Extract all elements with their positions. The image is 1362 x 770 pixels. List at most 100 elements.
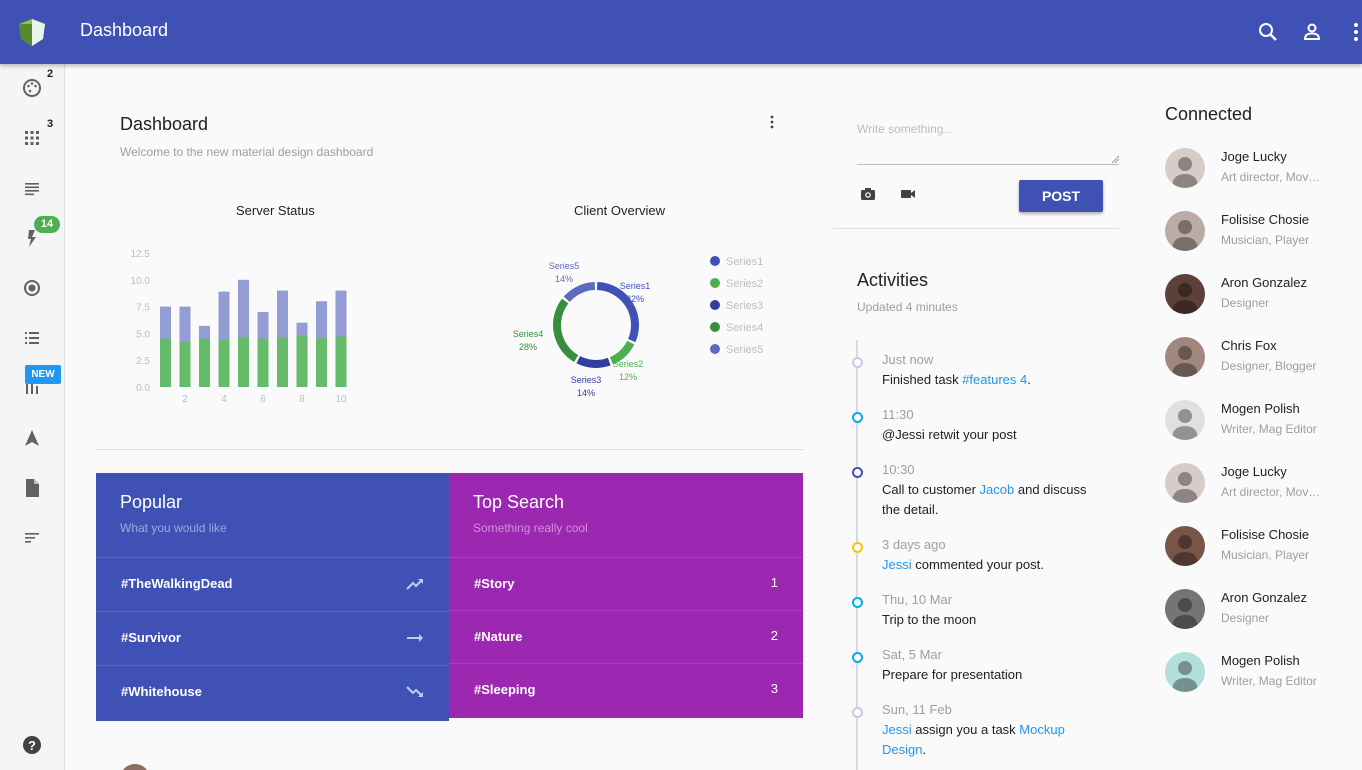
contact-name[interactable]: Aron Gonzalez xyxy=(1221,275,1307,290)
account-icon[interactable] xyxy=(1300,20,1324,44)
x-tick-label: 6 xyxy=(260,394,266,405)
contact-name[interactable]: Joge Lucky xyxy=(1221,464,1287,479)
server-status-chart: 0.0 2.5 5.0 7.5 10.0 12.5 2 4 6 8 10 xyxy=(131,249,347,405)
help-icon[interactable]: ? xyxy=(20,733,44,757)
avatar[interactable] xyxy=(1165,526,1205,566)
contact-role: Writer, Mag Editor xyxy=(1221,422,1317,436)
slice-percent-label: 28% xyxy=(519,342,537,352)
activity-text: Jessi commented your post. xyxy=(882,555,1092,575)
popular-item[interactable]: #Whitehouse xyxy=(96,665,449,719)
post-input[interactable]: Write something... xyxy=(857,122,953,136)
timeline-dot xyxy=(852,707,863,718)
contact-role: Musician, Player xyxy=(1221,233,1310,247)
video-icon[interactable] xyxy=(900,186,916,202)
hashtag-label: #Nature xyxy=(474,629,523,644)
timeline-dot xyxy=(852,357,863,368)
trending-up-icon xyxy=(406,579,423,590)
hashtag-label: #Story xyxy=(474,576,515,591)
activity-time: Just now xyxy=(882,352,934,367)
avatar[interactable] xyxy=(1165,463,1205,503)
top-search-card: Top Search Something really cool #Story … xyxy=(449,473,803,718)
donut-slice[interactable] xyxy=(553,298,579,363)
bar-series2[interactable] xyxy=(296,335,308,387)
activity-link[interactable]: Jessi xyxy=(882,722,912,737)
input-underline xyxy=(857,164,1119,165)
contact-name[interactable]: Joge Lucky xyxy=(1221,149,1287,164)
list-icon[interactable] xyxy=(20,326,44,350)
avatar[interactable] xyxy=(1165,400,1205,440)
bar-series2[interactable] xyxy=(257,338,269,387)
contact-name[interactable]: Mogen Polish xyxy=(1221,401,1300,416)
search-item[interactable]: #Sleeping 3 xyxy=(449,663,803,717)
legend-swatch xyxy=(710,344,720,354)
file-icon[interactable] xyxy=(20,476,44,500)
more-vert-icon[interactable] xyxy=(764,114,780,130)
bar-series2[interactable] xyxy=(238,337,249,387)
search-item[interactable]: #Nature 2 xyxy=(449,610,803,664)
bar-series2[interactable] xyxy=(277,337,288,387)
post-button[interactable]: POST xyxy=(1019,180,1103,212)
avatar[interactable] xyxy=(1165,337,1205,377)
activity-link[interactable]: Jacob xyxy=(980,482,1015,497)
bar-series2[interactable] xyxy=(316,337,327,387)
bar-series2[interactable] xyxy=(160,338,171,387)
y-tick-label: 10.0 xyxy=(131,276,151,287)
activity-link[interactable]: Jessi xyxy=(882,557,912,572)
bar-series2[interactable] xyxy=(335,336,347,387)
dashboard-title: Dashboard xyxy=(120,114,209,134)
resize-handle-icon[interactable] xyxy=(1110,154,1120,164)
avatar[interactable] xyxy=(1165,148,1205,188)
avatar[interactable] xyxy=(1165,652,1205,692)
bar-series2[interactable] xyxy=(179,341,191,387)
contact-name[interactable]: Aron Gonzalez xyxy=(1221,590,1307,605)
timeline-dot xyxy=(852,597,863,608)
activity-text-part: Finished task xyxy=(882,372,963,387)
search-icon[interactable] xyxy=(1256,20,1280,44)
avatar[interactable] xyxy=(1165,211,1205,251)
popular-item[interactable]: #TheWalkingDead xyxy=(96,557,449,611)
trending-flat-icon xyxy=(407,634,423,642)
contact-name[interactable]: Folisise Chosie xyxy=(1221,212,1309,227)
y-tick-label: 12.5 xyxy=(131,249,151,260)
sort-icon[interactable] xyxy=(20,526,44,550)
activity-text-part: commented your post. xyxy=(911,557,1044,572)
slice-percent-label: 14% xyxy=(555,274,573,284)
contact-role: Musician, Player xyxy=(1221,548,1310,562)
activity-time: 10:30 xyxy=(882,462,915,477)
contact-role: Designer, Blogger xyxy=(1221,359,1317,373)
top-search-subtitle: Something really cool xyxy=(473,521,588,535)
timeline-dot xyxy=(852,412,863,423)
legend-label: Series1 xyxy=(726,256,763,268)
avatar[interactable] xyxy=(1165,589,1205,629)
camera-icon[interactable] xyxy=(860,186,876,202)
avatar[interactable] xyxy=(1165,274,1205,314)
donut-slice[interactable] xyxy=(576,356,611,368)
bar-series2[interactable] xyxy=(218,339,230,387)
contact-name[interactable]: Mogen Polish xyxy=(1221,653,1300,668)
palette-icon[interactable] xyxy=(20,76,44,100)
server-status-title: Server Status xyxy=(236,203,315,218)
bar-series2[interactable] xyxy=(199,338,210,387)
dashboard-subtitle: Welcome to the new material design dashb… xyxy=(120,145,374,159)
radio-button-icon[interactable] xyxy=(20,276,44,300)
activity-time: Sat, 5 Mar xyxy=(882,647,942,662)
donut-slice[interactable] xyxy=(563,282,596,303)
apps-grid-icon[interactable] xyxy=(20,126,44,150)
slice-percent-label: 32% xyxy=(626,294,644,304)
activity-link[interactable]: #features 4 xyxy=(962,372,1027,387)
more-vert-icon[interactable] xyxy=(1344,20,1362,44)
popular-item[interactable]: #Survivor xyxy=(96,611,449,665)
hashtag-label: #Survivor xyxy=(121,630,181,645)
x-tick-label: 4 xyxy=(221,394,227,405)
activity-time: 11:30 xyxy=(882,407,914,422)
app-logo-icon[interactable] xyxy=(19,19,45,46)
contact-name[interactable]: Folisise Chosie xyxy=(1221,527,1309,542)
text-lines-icon[interactable] xyxy=(20,176,44,200)
top-search-title: Top Search xyxy=(473,492,565,512)
badge-count: 3 xyxy=(47,118,54,130)
navigation-icon[interactable] xyxy=(20,426,44,450)
app-bar: Dashboard xyxy=(0,0,1362,64)
contact-name[interactable]: Chris Fox xyxy=(1221,338,1277,353)
search-item[interactable]: #Story 1 xyxy=(449,557,803,611)
activity-text-part: . xyxy=(922,742,927,757)
